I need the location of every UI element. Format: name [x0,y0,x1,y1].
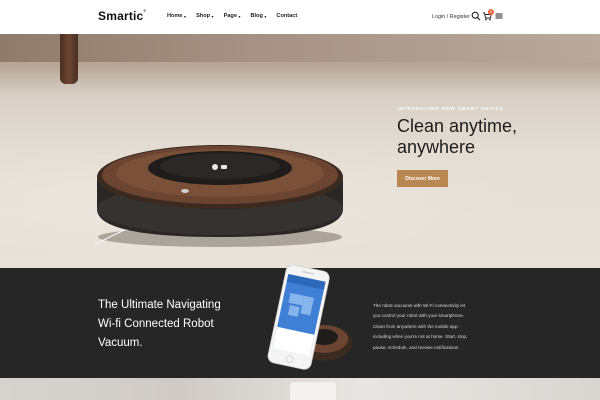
nav-item-shop[interactable]: Shop ▾ [196,13,214,19]
hero-text-block: INTRODUCING NEW SMART DEVICE Clean anyti… [397,106,587,158]
nav-item-contact[interactable]: Contact [276,13,297,19]
chevron-down-icon: ▾ [264,13,267,19]
site-logo[interactable]: Smartic° [98,9,146,23]
nav-item-blog[interactable]: Blog ▾ [250,13,266,19]
menu-icon[interactable] [494,11,504,21]
search-icon[interactable] [471,11,481,21]
hero-background-wall [0,34,600,62]
login-register-link[interactable]: Login / Register [432,14,470,20]
logo-mark: ° [143,10,147,16]
feature-title: The Ultimate Navigating Wi-fi Connected … [98,299,221,349]
nav-item-home[interactable]: Home ▾ [167,13,186,19]
chevron-down-icon: ▾ [238,13,241,19]
site-header: Smartic° Home ▾ Shop ▾ Page ▾ Blog ▾ Contact… [0,0,600,34]
next-section-preview [0,378,600,400]
main-nav: Home ▾ Shop ▾ Page ▾ Blog ▾ Contact [167,13,307,19]
discover-more-button[interactable]: Discover More [397,170,448,187]
feature-description: The robot vacuums with Wi-Fi connectivit… [373,303,468,350]
hero-eyebrow: INTRODUCING NEW SMART DEVICE [397,106,504,111]
smartphone-app-image [258,265,358,383]
hero-banner: INTRODUCING NEW SMART DEVICE Clean anyti… [0,34,600,268]
chair-leg-image [60,34,78,84]
nav-item-page[interactable]: Page ▾ [224,13,241,19]
chevron-down-icon: ▾ [184,13,187,19]
product-image-partial [290,382,336,400]
hero-title: Clean anytime, anywhere [397,116,518,157]
robot-vacuum-image [95,129,345,249]
chevron-down-icon: ▾ [211,13,214,19]
